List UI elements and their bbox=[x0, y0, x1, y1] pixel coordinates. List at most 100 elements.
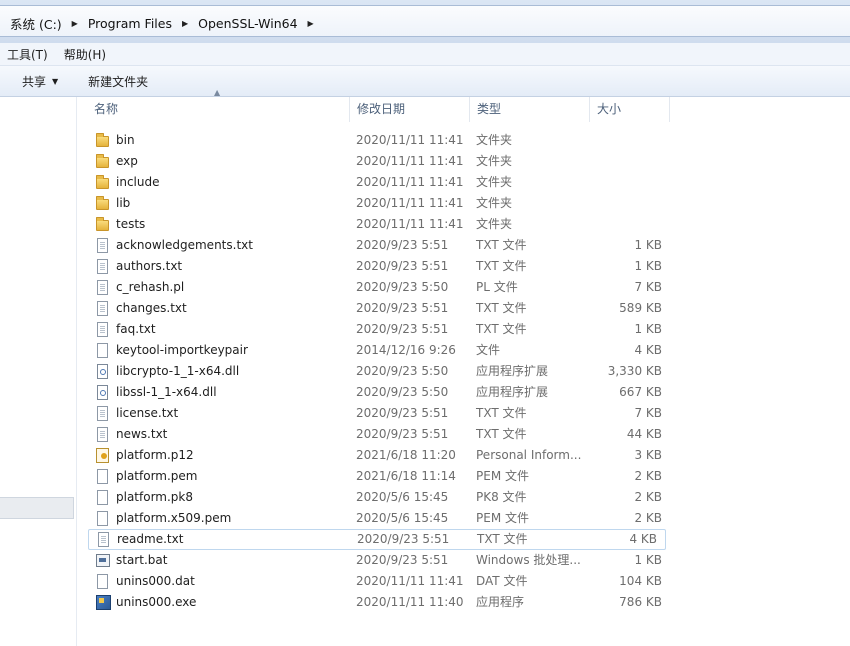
column-header-size[interactable]: 大小 bbox=[590, 97, 670, 122]
certificate-icon-shape bbox=[96, 448, 109, 463]
file-name: news.txt bbox=[116, 427, 168, 441]
file-name: libcrypto-1_1-x64.dll bbox=[116, 364, 240, 378]
new-folder-button[interactable]: 新建文件夹 bbox=[88, 73, 148, 90]
file-type: DAT 文件 bbox=[476, 574, 528, 588]
text-file-icon-shape bbox=[97, 301, 108, 316]
file-row[interactable]: libssl-1_1-x64.dll 2020/9/23 5:50 应用程序扩展 66… bbox=[90, 382, 670, 403]
column-header-name[interactable]: 名称 bbox=[87, 97, 350, 122]
blank-file-icon bbox=[96, 511, 110, 526]
file-date: 2020/11/11 11:41 bbox=[356, 175, 464, 189]
file-row[interactable]: platform.p12 2021/6/18 11:20 Personal Info… bbox=[90, 445, 670, 466]
file-row[interactable]: authors.txt 2020/9/23 5:51 TXT 文件 1 KB bbox=[90, 256, 670, 277]
file-date: 2020/11/11 11:41 bbox=[356, 154, 464, 168]
file-type: TXT 文件 bbox=[476, 259, 527, 273]
command-bar: 共享 ▼ 新建文件夹 bbox=[0, 66, 850, 97]
file-name: unins000.exe bbox=[116, 595, 197, 609]
file-row[interactable]: keytool-importkeypair 2014/12/16 9:26 文件 4 … bbox=[90, 340, 670, 361]
sort-ascending-icon: ▲ bbox=[214, 88, 221, 97]
blank-file-icon-shape bbox=[97, 490, 108, 505]
file-row[interactable]: unins000.dat 2020/11/11 11:41 DAT 文件 104 KB bbox=[90, 571, 670, 592]
dll-file-icon bbox=[96, 385, 110, 400]
text-file-icon bbox=[97, 532, 111, 547]
file-row[interactable]: bin 2020/11/11 11:41 文件夹 bbox=[90, 130, 670, 151]
application-icon-shape bbox=[96, 595, 111, 610]
file-type: TXT 文件 bbox=[476, 322, 527, 336]
chevron-right-icon[interactable]: ▶ bbox=[302, 19, 320, 28]
file-date: 2021/6/18 11:14 bbox=[356, 469, 456, 483]
file-date: 2020/11/11 11:41 bbox=[356, 217, 464, 231]
file-size: 4 KB bbox=[634, 343, 662, 357]
file-size: 1 KB bbox=[634, 238, 662, 252]
text-file-icon-shape bbox=[97, 322, 108, 337]
file-row[interactable]: start.bat 2020/9/23 5:51 Windows 批处理... 1 K… bbox=[90, 550, 670, 571]
file-size: 7 KB bbox=[634, 280, 662, 294]
folder-icon-shape bbox=[96, 217, 109, 231]
file-row[interactable]: c_rehash.pl 2020/9/23 5:50 PL 文件 7 KB bbox=[90, 277, 670, 298]
file-type: 应用程序扩展 bbox=[476, 364, 549, 378]
file-size: 1 KB bbox=[634, 322, 662, 336]
folder-icon bbox=[96, 196, 110, 211]
file-row[interactable]: include 2020/11/11 11:41 文件夹 bbox=[90, 172, 670, 193]
file-row[interactable]: platform.pk8 2020/5/6 15:45 PK8 文件 2 KB bbox=[90, 487, 670, 508]
blank-file-icon bbox=[96, 343, 110, 358]
folder-icon-shape bbox=[96, 175, 109, 189]
file-name: start.bat bbox=[116, 553, 168, 567]
text-file-icon bbox=[96, 259, 110, 274]
folder-icon bbox=[96, 217, 110, 232]
file-size: 667 KB bbox=[619, 385, 662, 399]
navigation-pane-scroll-thumb[interactable] bbox=[0, 497, 74, 519]
file-type: 文件夹 bbox=[476, 217, 513, 231]
file-name: authors.txt bbox=[116, 259, 183, 273]
file-date: 2020/9/23 5:51 bbox=[356, 406, 449, 420]
file-date: 2020/11/11 11:41 bbox=[356, 574, 464, 588]
file-size: 2 KB bbox=[634, 469, 662, 483]
chevron-right-icon[interactable]: ▶ bbox=[66, 19, 84, 28]
column-header-date[interactable]: 修改日期 bbox=[350, 97, 470, 122]
column-header-type[interactable]: 类型 bbox=[470, 97, 590, 122]
menu-tools[interactable]: 工具(T) bbox=[0, 46, 56, 63]
breadcrumb-drive[interactable]: 系统 (C:) bbox=[6, 14, 66, 33]
file-row[interactable]: libcrypto-1_1-x64.dll 2020/9/23 5:50 应用程序扩… bbox=[90, 361, 670, 382]
file-type: Personal Inform... bbox=[476, 448, 582, 462]
text-file-icon bbox=[96, 280, 110, 295]
text-file-icon bbox=[96, 322, 110, 337]
file-type: PK8 文件 bbox=[476, 490, 527, 504]
file-row[interactable]: exp 2020/11/11 11:41 文件夹 bbox=[90, 151, 670, 172]
share-button[interactable]: 共享 ▼ bbox=[22, 73, 58, 90]
application-icon bbox=[96, 595, 111, 610]
navigation-pane[interactable] bbox=[0, 97, 77, 646]
breadcrumb[interactable]: 系统 (C:) ▶ Program Files ▶ OpenSSL-Win64 … bbox=[0, 5, 850, 37]
file-row[interactable]: unins000.exe 2020/11/11 11:40 应用程序 786 KB bbox=[90, 592, 670, 613]
file-size: 3 KB bbox=[634, 448, 662, 462]
file-row[interactable]: platform.x509.pem 2020/5/6 15:45 PEM 文件 2 K… bbox=[90, 508, 670, 529]
file-row[interactable]: tests 2020/11/11 11:41 文件夹 bbox=[90, 214, 670, 235]
file-row[interactable]: license.txt 2020/9/23 5:51 TXT 文件 7 KB bbox=[90, 403, 670, 424]
dll-file-icon bbox=[96, 364, 110, 379]
file-type: PL 文件 bbox=[476, 280, 518, 294]
file-date: 2020/5/6 15:45 bbox=[356, 490, 449, 504]
breadcrumb-openssl[interactable]: OpenSSL-Win64 bbox=[194, 16, 301, 31]
column-headers: ▲ 名称 修改日期 类型 大小 bbox=[87, 88, 672, 124]
file-row[interactable]: faq.txt 2020/9/23 5:51 TXT 文件 1 KB bbox=[90, 319, 670, 340]
file-row[interactable]: platform.pem 2021/6/18 11:14 PEM 文件 2 KB bbox=[90, 466, 670, 487]
menu-help[interactable]: 帮助(H) bbox=[56, 46, 114, 63]
file-name: keytool-importkeypair bbox=[116, 343, 248, 357]
folder-icon-shape bbox=[96, 196, 109, 210]
file-type: 应用程序 bbox=[476, 595, 525, 609]
file-type: 文件夹 bbox=[476, 154, 513, 168]
share-label: 共享 bbox=[22, 74, 47, 89]
file-row[interactable]: readme.txt 2020/9/23 5:51 TXT 文件 4 KB bbox=[88, 529, 666, 550]
file-row[interactable]: acknowledgements.txt 2020/9/23 5:51 TXT 文件… bbox=[90, 235, 670, 256]
breadcrumb-program-files[interactable]: Program Files bbox=[84, 16, 176, 31]
file-type: TXT 文件 bbox=[476, 406, 527, 420]
file-row[interactable]: news.txt 2020/9/23 5:51 TXT 文件 44 KB bbox=[90, 424, 670, 445]
file-name: license.txt bbox=[116, 406, 179, 420]
file-row[interactable]: lib 2020/11/11 11:41 文件夹 bbox=[90, 193, 670, 214]
file-date: 2020/9/23 5:51 bbox=[357, 532, 450, 546]
file-date: 2020/11/11 11:40 bbox=[356, 595, 464, 609]
file-date: 2020/11/11 11:41 bbox=[356, 133, 464, 147]
chevron-right-icon[interactable]: ▶ bbox=[176, 19, 194, 28]
file-row[interactable]: changes.txt 2020/9/23 5:51 TXT 文件 589 KB bbox=[90, 298, 670, 319]
file-type: PEM 文件 bbox=[476, 469, 529, 483]
file-date: 2020/9/23 5:50 bbox=[356, 385, 449, 399]
